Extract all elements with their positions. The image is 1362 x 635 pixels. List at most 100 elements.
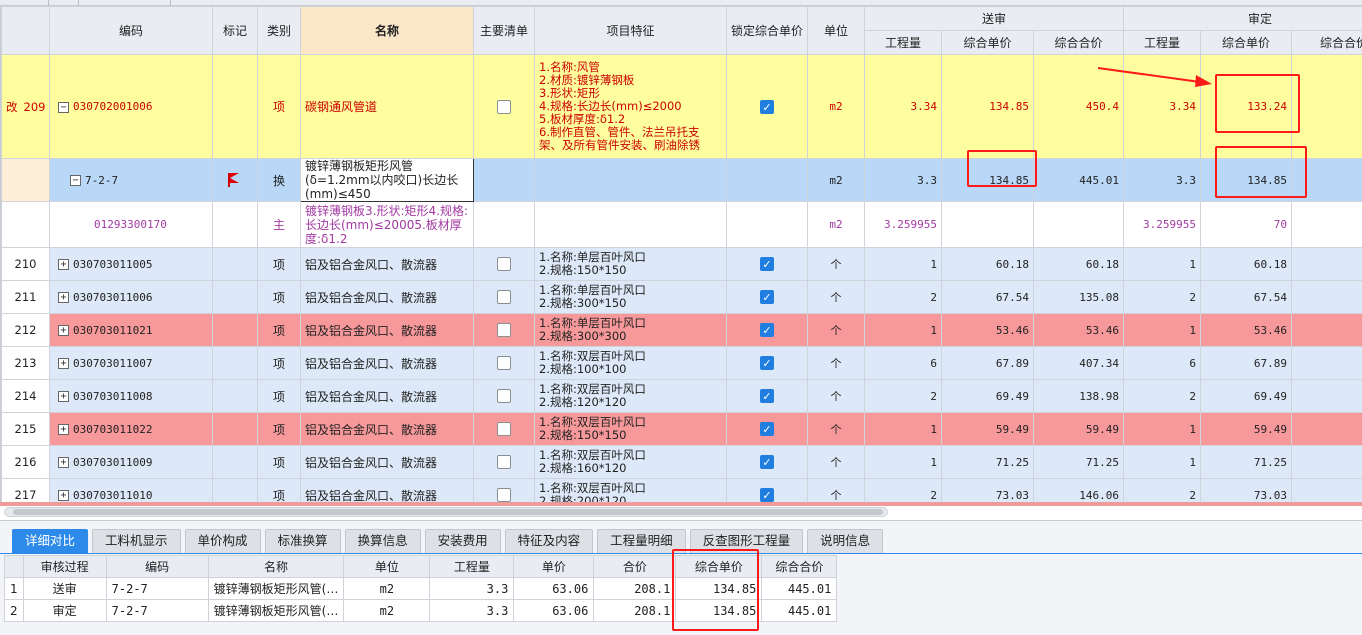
a-total-cell[interactable]: 60 bbox=[1291, 247, 1362, 281]
s-price-cell[interactable]: 67.54 bbox=[941, 280, 1034, 314]
detail-header[interactable]: 审核过程 bbox=[22, 555, 107, 578]
unit-cell[interactable]: 个 bbox=[807, 478, 865, 504]
table-row[interactable]: 213 +030703011007 项铝及铝合金风口、散流器 1.名称:双层百叶风口 2… bbox=[1, 346, 1362, 380]
category-cell[interactable]: 项 bbox=[257, 54, 301, 159]
s-qty-cell[interactable]: 3.259955 bbox=[864, 201, 942, 248]
features-cell[interactable]: 1.名称:双层百叶风口 2.规格:200*120 bbox=[534, 478, 727, 504]
submit-qty-header[interactable]: 工程量 bbox=[864, 30, 942, 55]
s-qty-cell[interactable]: 6 bbox=[864, 346, 942, 380]
s-qty-cell[interactable]: 1 bbox=[864, 313, 942, 347]
features-cell[interactable]: 1.名称:双层百叶风口 2.规格:160*120 bbox=[534, 445, 727, 479]
lock-price-cell[interactable] bbox=[726, 158, 808, 202]
tab-7[interactable]: 工程量明细 bbox=[597, 529, 686, 553]
unit-cell[interactable]: 个 bbox=[807, 379, 865, 413]
name-cell[interactable]: 铝及铝合金风口、散流器 bbox=[300, 478, 474, 504]
s-total-cell[interactable]: 450.4 bbox=[1032, 54, 1125, 159]
name-cell[interactable]: 碳钢通风管道 bbox=[300, 54, 474, 159]
a-price-cell[interactable]: 67.54 bbox=[1200, 280, 1293, 314]
s-qty-cell[interactable]: 2 bbox=[864, 280, 942, 314]
code-cell[interactable]: +030703011010 bbox=[49, 478, 213, 504]
main-list-checkbox[interactable] bbox=[497, 290, 511, 305]
features-cell[interactable]: 1.名称:单层百叶风口 2.规格:150*150 bbox=[534, 247, 727, 281]
lock-price-checkbox[interactable]: ✓ bbox=[760, 99, 774, 114]
a-total-cell[interactable]: 135 bbox=[1291, 280, 1362, 314]
s-total-cell[interactable]: 59.49 bbox=[1032, 412, 1125, 446]
a-price-cell[interactable]: 67.89 bbox=[1200, 346, 1293, 380]
s-total-cell[interactable] bbox=[1032, 201, 1125, 248]
category-cell[interactable]: 项 bbox=[257, 280, 301, 314]
tab-9[interactable]: 说明信息 bbox=[807, 529, 884, 553]
a-qty-cell[interactable]: 1 bbox=[1123, 412, 1202, 446]
lock-price-cell[interactable]: ✓ bbox=[726, 478, 808, 504]
code-cell[interactable]: 01293300170 bbox=[49, 201, 213, 248]
s-total-cell[interactable]: 138.98 bbox=[1032, 379, 1125, 413]
main-list-cell[interactable] bbox=[473, 445, 535, 479]
detail-cell[interactable]: 2 bbox=[4, 599, 24, 622]
main-list-cell[interactable] bbox=[473, 478, 535, 504]
s-qty-cell[interactable]: 3.34 bbox=[864, 54, 942, 159]
a-total-cell[interactable]: 138 bbox=[1291, 379, 1362, 413]
table-row[interactable]: 212 +030703011021 项铝及铝合金风口、散流器 1.名称:单层百叶风口 2… bbox=[1, 313, 1362, 347]
col-category-header[interactable]: 类别 bbox=[257, 6, 301, 55]
category-cell[interactable]: 项 bbox=[257, 478, 301, 504]
a-qty-cell[interactable]: 1 bbox=[1123, 247, 1202, 281]
detail-cell[interactable]: 134.85 bbox=[675, 599, 763, 622]
a-total-cell[interactable]: 53 bbox=[1291, 313, 1362, 347]
row-number-cell[interactable]: 213 bbox=[1, 346, 50, 380]
detail-cell[interactable]: 445.01 bbox=[761, 577, 838, 600]
s-price-cell[interactable]: 60.18 bbox=[941, 247, 1034, 281]
mark-cell[interactable] bbox=[212, 280, 258, 314]
row-number-cell[interactable] bbox=[1, 158, 50, 202]
code-cell[interactable]: +030703011007 bbox=[49, 346, 213, 380]
unit-cell[interactable]: m2 bbox=[807, 201, 865, 248]
tab-1[interactable]: 工料机显示 bbox=[92, 529, 181, 553]
a-total-cell[interactable] bbox=[1291, 201, 1362, 248]
table-row[interactable]: 216 +030703011009 项铝及铝合金风口、散流器 1.名称:双层百叶风口 2… bbox=[1, 445, 1362, 479]
a-total-cell[interactable]: 146 bbox=[1291, 478, 1362, 504]
approve-total-header[interactable]: 综合合价 bbox=[1291, 30, 1362, 55]
detail-header[interactable]: 名称 bbox=[207, 555, 345, 578]
a-qty-cell[interactable]: 2 bbox=[1123, 280, 1202, 314]
row-number-cell[interactable]: 改 209 bbox=[1, 54, 50, 159]
features-cell[interactable] bbox=[534, 201, 727, 248]
features-cell[interactable]: 1.名称:单层百叶风口 2.规格:300*300 bbox=[534, 313, 727, 347]
detail-cell[interactable]: 7-2-7 bbox=[105, 577, 209, 600]
s-price-cell[interactable]: 71.25 bbox=[941, 445, 1034, 479]
table-row[interactable]: −7-2-7 换镀锌薄钢板矩形风管(δ=1.2mm以内咬口)长边长(mm)≤450… bbox=[1, 158, 1362, 202]
detail-cell[interactable]: 3.3 bbox=[429, 577, 515, 600]
category-cell[interactable]: 项 bbox=[257, 313, 301, 347]
a-total-cell[interactable]: 445 bbox=[1291, 54, 1362, 159]
col-lock-price-header[interactable]: 锁定综合单价 bbox=[726, 6, 808, 55]
a-price-cell[interactable]: 73.03 bbox=[1200, 478, 1293, 504]
tab-4[interactable]: 换算信息 bbox=[344, 529, 421, 553]
mark-cell[interactable] bbox=[212, 201, 258, 248]
lock-price-checkbox[interactable]: ✓ bbox=[760, 389, 774, 404]
a-qty-cell[interactable]: 3.34 bbox=[1123, 54, 1202, 159]
s-total-cell[interactable]: 135.08 bbox=[1032, 280, 1125, 314]
main-list-checkbox[interactable] bbox=[497, 488, 511, 503]
collapse-icon[interactable]: − bbox=[70, 175, 81, 186]
expand-icon[interactable]: + bbox=[58, 259, 69, 270]
features-cell[interactable]: 1.名称:双层百叶风口 2.规格:150*150 bbox=[534, 412, 727, 446]
s-price-cell[interactable]: 73.03 bbox=[941, 478, 1034, 504]
detail-cell[interactable]: 3.3 bbox=[429, 599, 515, 622]
a-price-cell[interactable]: 59.49 bbox=[1200, 412, 1293, 446]
category-cell[interactable]: 换 bbox=[257, 158, 301, 202]
main-list-cell[interactable] bbox=[473, 346, 535, 380]
lock-price-checkbox[interactable]: ✓ bbox=[760, 422, 774, 437]
col-main-list-header[interactable]: 主要清单 bbox=[473, 6, 535, 55]
detail-cell[interactable]: 208.1 bbox=[593, 599, 677, 622]
lock-price-cell[interactable]: ✓ bbox=[726, 379, 808, 413]
s-qty-cell[interactable]: 1 bbox=[864, 412, 942, 446]
a-price-cell[interactable]: 53.46 bbox=[1200, 313, 1293, 347]
unit-cell[interactable]: 个 bbox=[807, 280, 865, 314]
table-row[interactable]: 01293300170 主镀锌薄钢板3.形状:矩形4.规格:长边长(mm)≤200… bbox=[1, 201, 1362, 248]
unit-cell[interactable]: 个 bbox=[807, 412, 865, 446]
name-cell[interactable]: 镀锌薄钢板3.形状:矩形4.规格:长边长(mm)≤20005.板材厚度:δ1.2 bbox=[300, 201, 474, 248]
a-qty-cell[interactable]: 1 bbox=[1123, 313, 1202, 347]
detail-cell[interactable]: m2 bbox=[343, 577, 431, 600]
s-price-cell[interactable]: 69.49 bbox=[941, 379, 1034, 413]
col-name-header[interactable]: 名称 bbox=[300, 6, 474, 55]
category-cell[interactable]: 项 bbox=[257, 445, 301, 479]
s-price-cell[interactable]: 134.85 bbox=[941, 54, 1034, 159]
